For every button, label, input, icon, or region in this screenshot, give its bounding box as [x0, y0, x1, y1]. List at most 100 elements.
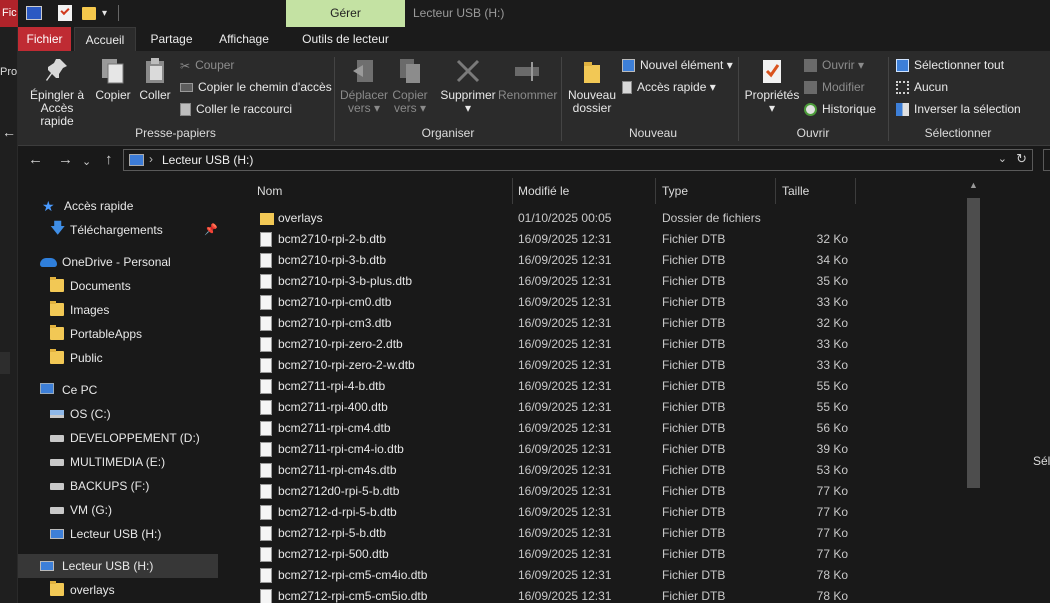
scroll-up-arrow-icon[interactable]: ▲ [969, 180, 978, 190]
address-bar[interactable]: › Lecteur USB (H:) ⌄ ↻ [123, 149, 1033, 171]
file-size: 77 Ko [816, 505, 848, 519]
customize-toolbar-chevron-icon[interactable]: ▾ [102, 8, 107, 19]
background-text: Pro [0, 66, 18, 78]
file-name: bcm2712-rpi-cm5-cm5io.dtb [278, 589, 428, 603]
file-row[interactable]: bcm2711-rpi-4-b.dtb 16/09/2025 12:31 Fichi… [238, 376, 968, 397]
file-row[interactable]: bcm2710-rpi-cm3.dtb 16/09/2025 12:31 Fichi… [238, 313, 968, 334]
file-row[interactable]: bcm2710-rpi-3-b-plus.dtb 16/09/2025 12:31… [238, 271, 968, 292]
file-row[interactable]: bcm2712-d-rpi-5-b.dtb 16/09/2025 12:31 Fic… [238, 502, 968, 523]
address-history-chevron-icon[interactable]: ⌄ [998, 152, 1007, 165]
file-row[interactable]: bcm2710-rpi-zero-2.dtb 16/09/2025 12:31 Fi… [238, 334, 968, 355]
column-header-type[interactable]: Type [656, 178, 776, 204]
nav-item-telechargements[interactable]: 🡇 Téléchargements 📌 [50, 218, 220, 242]
back-arrow-icon[interactable]: ← [28, 151, 43, 168]
tab-accueil[interactable]: Accueil [74, 27, 136, 51]
paste-shortcut-label: Coller le raccourci [196, 102, 293, 116]
nav-label: overlays [70, 583, 115, 597]
background-back-arrow-icon: ← [2, 124, 16, 140]
file-row[interactable]: bcm2712-rpi-cm5-cm4io.dtb 16/09/2025 12:3… [238, 565, 968, 586]
file-icon [260, 337, 272, 352]
file-name: bcm2711-rpi-cm4.dtb [278, 421, 391, 435]
file-row[interactable]: bcm2710-rpi-zero-2-w.dtb 16/09/2025 12:31… [238, 355, 968, 376]
copy-path-button[interactable]: Copier le chemin d'accès [180, 77, 332, 97]
file-type: Fichier DTB [662, 253, 726, 267]
tab-outils-de-lecteur[interactable]: Outils de lecteur [286, 27, 405, 51]
file-type: Fichier DTB [662, 232, 726, 246]
file-size: 78 Ko [816, 568, 848, 582]
file-name: bcm2710-rpi-zero-2-w.dtb [278, 358, 415, 372]
manage-context-tab[interactable]: Gérer [286, 0, 405, 27]
pin-quick-access-button[interactable]: Épingler à Accès rapide [24, 57, 90, 128]
file-row[interactable]: bcm2712d0-rpi-5-b.dtb 16/09/2025 12:31 Fic… [238, 481, 968, 502]
nav-item-lecteur-usb-h-root[interactable]: Lecteur USB (H:) [18, 554, 218, 578]
move-to-button[interactable]: Déplacer vers ▾ [340, 57, 388, 115]
select-all-button[interactable]: Sélectionner tout [896, 55, 1004, 75]
file-type: Fichier DTB [662, 295, 726, 309]
new-folder-button[interactable]: Nouveau dossier [566, 57, 618, 115]
file-list-scrollbar[interactable]: ▲ [964, 178, 983, 603]
copy-to-button[interactable]: Copier vers ▾ [390, 57, 430, 115]
group-label-ouvrir: Ouvrir [796, 126, 830, 140]
up-arrow-icon[interactable]: ↑ [105, 151, 113, 168]
folder-icon [50, 581, 64, 596]
new-folder-quick-icon[interactable] [82, 7, 96, 20]
file-type: Fichier DTB [662, 379, 726, 393]
copy-button[interactable]: Copier [93, 57, 133, 102]
recent-locations-chevron-icon[interactable]: ⌄ [82, 155, 91, 168]
properties-label: Propriétés [744, 88, 800, 102]
search-box[interactable] [1043, 149, 1050, 171]
easy-access-button[interactable]: Accès rapide ▾ [622, 77, 716, 97]
column-header-modified[interactable]: Modifié le [512, 178, 656, 204]
cut-button[interactable]: ✂ Couper [180, 55, 234, 75]
delete-button[interactable]: Supprimer ▾ [438, 57, 498, 115]
file-type: Fichier DTB [662, 337, 726, 351]
edit-icon [804, 81, 817, 95]
edit-button[interactable]: Modifier [804, 77, 865, 97]
rename-button[interactable]: Renommer [498, 57, 557, 102]
open-button[interactable]: Ouvrir ▾ [804, 55, 864, 75]
scrollbar-thumb[interactable] [967, 198, 980, 488]
forward-arrow-icon[interactable]: → [58, 151, 73, 168]
file-row[interactable]: bcm2711-rpi-cm4.dtb 16/09/2025 12:31 Fichi… [238, 418, 968, 439]
refresh-icon[interactable]: ↻ [1016, 151, 1027, 167]
folder-row[interactable]: overlays 01/10/2025 00:05 Dossier de fichi… [238, 208, 968, 229]
tab-affichage[interactable]: Affichage [211, 27, 277, 51]
background-window-edge: Fic Pro ← [0, 0, 18, 603]
clipboard-icon [146, 58, 164, 83]
properties-button[interactable]: Propriétés ▾ [744, 57, 800, 115]
properties-quick-icon[interactable] [26, 6, 42, 20]
file-modified: 16/09/2025 12:31 [518, 526, 612, 540]
tab-fichier[interactable]: Fichier [18, 27, 71, 51]
tab-partage[interactable]: Partage [144, 27, 199, 51]
history-button[interactable]: Historique [804, 99, 876, 119]
file-modified: 16/09/2025 12:31 [518, 274, 612, 288]
new-item-button[interactable]: Nouvel élément ▾ [622, 55, 733, 75]
file-row[interactable]: bcm2711-rpi-cm4s.dtb 16/09/2025 12:31 Fich… [238, 460, 968, 481]
easy-access-icon [622, 81, 632, 95]
file-name: bcm2710-rpi-3-b.dtb [278, 253, 387, 267]
file-row[interactable]: bcm2710-rpi-cm0.dtb 16/09/2025 12:31 Fichi… [238, 292, 968, 313]
checkmark-quick-icon[interactable] [58, 5, 72, 21]
paste-shortcut-button[interactable]: Coller le raccourci [180, 99, 292, 119]
file-row[interactable]: bcm2710-rpi-2-b.dtb 16/09/2025 12:31 Fichi… [238, 229, 968, 250]
file-row[interactable]: bcm2712-rpi-500.dtb 16/09/2025 12:31 Fichi… [238, 544, 968, 565]
delete-label: Supprimer [440, 88, 496, 102]
pin-label-line2: Accès rapide [40, 101, 74, 128]
pin-icon[interactable]: 📌 [204, 218, 218, 242]
column-header-name[interactable]: Nom [251, 178, 513, 204]
file-row[interactable]: bcm2712-rpi-5-b.dtb 16/09/2025 12:31 Fichi… [238, 523, 968, 544]
breadcrumb-chevron-icon[interactable]: › [149, 152, 153, 166]
address-path[interactable]: Lecteur USB (H:) [162, 153, 253, 167]
select-none-button[interactable]: Aucun [896, 77, 948, 97]
file-row[interactable]: bcm2710-rpi-3-b.dtb 16/09/2025 12:31 Fichi… [238, 250, 968, 271]
file-row[interactable]: bcm2711-rpi-400.dtb 16/09/2025 12:31 Fichi… [238, 397, 968, 418]
invert-selection-button[interactable]: Inverser la sélection [896, 99, 1021, 119]
copy-to-label-line1: Copier [392, 88, 428, 102]
file-row[interactable]: bcm2712-rpi-cm5-cm5io.dtb 16/09/2025 12:3… [238, 586, 968, 603]
file-size: 35 Ko [816, 274, 848, 288]
file-row[interactable]: bcm2711-rpi-cm4-io.dtb 16/09/2025 12:31 Fi… [238, 439, 968, 460]
paste-button[interactable]: Coller [136, 57, 174, 102]
file-type: Fichier DTB [662, 442, 726, 456]
navigation-pane-scrollbar[interactable] [222, 178, 238, 603]
column-header-size[interactable]: Taille [776, 178, 856, 204]
